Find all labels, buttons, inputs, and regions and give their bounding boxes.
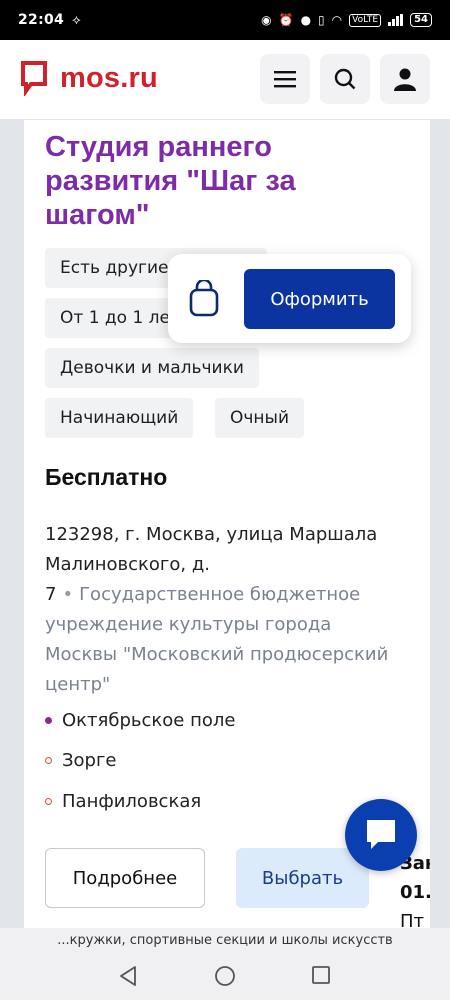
- eye-icon: ◉: [261, 13, 272, 27]
- logo-mark-icon: [21, 61, 47, 96]
- status-bar: 22:04 ⟡ ◉ ⏰ ● ▯ ◠ VoLTE 54: [0, 0, 450, 40]
- checkout-button[interactable]: Оформить: [244, 269, 395, 329]
- back-icon[interactable]: [118, 965, 138, 987]
- tag-level[interactable]: Начинающий: [45, 398, 194, 438]
- wifi-icon: ◠: [331, 13, 343, 27]
- address-separator: •: [62, 584, 74, 605]
- recents-icon[interactable]: [311, 965, 331, 985]
- price: Бесплатно: [45, 464, 168, 490]
- profile-button[interactable]: [380, 54, 430, 104]
- search-button[interactable]: [320, 54, 370, 104]
- metro-line-icon: [45, 757, 52, 764]
- peek-text: Пт: [400, 911, 425, 928]
- tag-gender[interactable]: Девочки и мальчики: [45, 348, 259, 388]
- notification-icon: ⟡: [72, 12, 81, 28]
- battery-icon: 54: [410, 13, 432, 27]
- course-title: Студия раннего развития "Шаг за шагом": [45, 131, 296, 231]
- address-block: 123298, г. Москва, улица Маршала Малинов…: [45, 520, 405, 700]
- signal-icon: [388, 14, 404, 26]
- metro-station: Зорге: [45, 750, 117, 771]
- home-icon[interactable]: [214, 965, 236, 987]
- hamburger-icon: [274, 71, 296, 88]
- footer-banner[interactable]: ...кружки, спортивные секции и школы иск…: [0, 928, 450, 954]
- menu-button[interactable]: [260, 54, 310, 104]
- chat-button[interactable]: [345, 799, 417, 871]
- location-icon: ●: [300, 13, 312, 27]
- metro-name: Октябрьское поле: [62, 710, 236, 731]
- search-icon: [334, 68, 356, 90]
- chat-icon: [367, 820, 395, 849]
- metro-station: Октябрьское поле: [45, 710, 235, 731]
- site-header: mos.ru: [0, 40, 450, 120]
- logo[interactable]: mos.ru: [20, 60, 158, 96]
- metro-name: Зорге: [62, 750, 117, 771]
- select-button[interactable]: Выбрать: [236, 848, 369, 908]
- status-time: 22:04: [18, 12, 65, 28]
- status-icons: ◉ ⏰ ● ▯ ◠ VoLTE 54: [261, 13, 432, 27]
- metro-station: Панфиловская: [45, 791, 201, 812]
- details-button[interactable]: Подробнее: [45, 848, 205, 908]
- logo-text: mos.ru: [60, 61, 158, 94]
- user-icon: [394, 68, 416, 91]
- tag-format[interactable]: Очный: [215, 398, 305, 438]
- shopping-bag-icon[interactable]: [188, 280, 220, 318]
- vibrate-icon: ▯: [318, 13, 325, 27]
- checkout-popup: Оформить: [168, 254, 411, 343]
- organization: Государственное бюджетное учреждение кул…: [45, 584, 389, 695]
- metro-line-icon: [45, 717, 52, 724]
- volte-badge: VoLTE: [349, 13, 382, 27]
- metro-line-icon: [45, 798, 52, 805]
- peek-text: 01.(: [400, 882, 430, 903]
- system-nav-bar: [0, 954, 450, 1000]
- metro-name: Панфиловская: [62, 791, 202, 812]
- alarm-icon: ⏰: [278, 13, 294, 27]
